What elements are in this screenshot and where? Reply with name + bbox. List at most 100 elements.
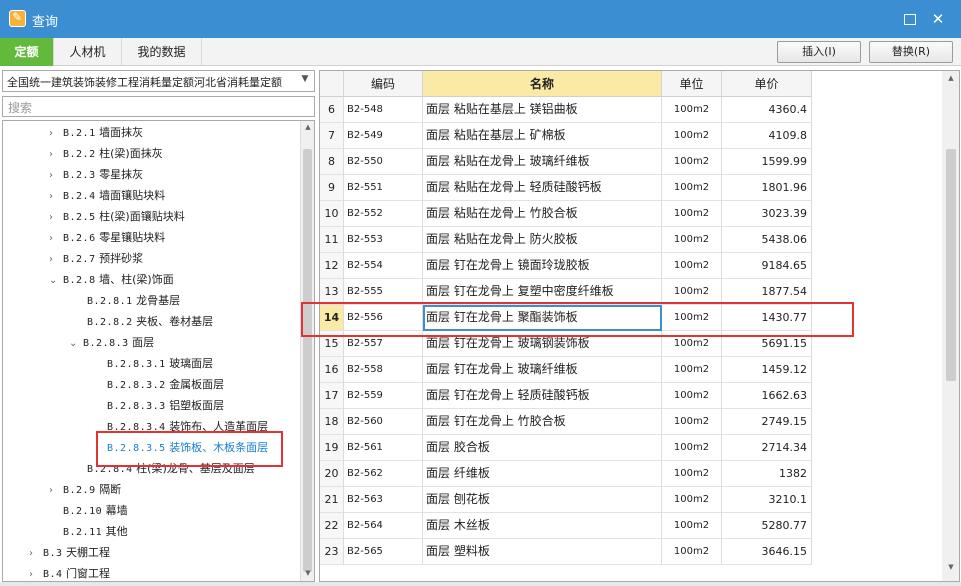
search-input[interactable]: 搜索 bbox=[2, 96, 315, 117]
cell-code[interactable]: B2-554 bbox=[344, 253, 423, 279]
cell-price[interactable]: 3646.15 bbox=[722, 539, 812, 565]
chevron-right-icon[interactable]: › bbox=[49, 229, 63, 249]
cell-name[interactable]: 面层 钉在龙骨上 复塑中密度纤维板 bbox=[423, 279, 662, 305]
quota-library-select[interactable]: 全国统一建筑装饰装修工程消耗量定额河北省消耗量定额 ▼ bbox=[2, 70, 315, 92]
row-number[interactable]: 19 bbox=[320, 435, 344, 461]
cell-unit[interactable]: 100m2 bbox=[662, 435, 722, 461]
replace-button[interactable]: 替换(R) bbox=[869, 41, 953, 63]
cell-name[interactable]: 面层 钉在龙骨上 镜面玲珑胶板 bbox=[423, 253, 662, 279]
row-number[interactable]: 20 bbox=[320, 461, 344, 487]
tree-item[interactable]: › B.3 天棚工程 bbox=[29, 543, 110, 563]
cell-unit[interactable]: 100m2 bbox=[662, 175, 722, 201]
row-number[interactable]: 10 bbox=[320, 201, 344, 227]
chevron-right-icon[interactable]: › bbox=[49, 481, 63, 501]
tab-my-data[interactable]: 我的数据 bbox=[122, 38, 202, 66]
chevron-down-icon[interactable]: ▼ bbox=[298, 74, 312, 84]
cell-code[interactable]: B2-563 bbox=[344, 487, 423, 513]
cell-price[interactable]: 1662.63 bbox=[722, 383, 812, 409]
cell-code[interactable]: B2-559 bbox=[344, 383, 423, 409]
row-number[interactable]: 15 bbox=[320, 331, 344, 357]
row-number[interactable]: 23 bbox=[320, 539, 344, 565]
cell-name[interactable]: 面层 胶合板 bbox=[423, 435, 662, 461]
maximize-icon[interactable] bbox=[898, 8, 920, 30]
header-price[interactable]: 单价 bbox=[722, 71, 812, 97]
cell-price[interactable]: 5691.15 bbox=[722, 331, 812, 357]
tree-scrollbar[interactable]: ▲ ▼ bbox=[300, 121, 314, 581]
cell-code[interactable]: B2-553 bbox=[344, 227, 423, 253]
cell-code[interactable]: B2-551 bbox=[344, 175, 423, 201]
cell-code[interactable]: B2-549 bbox=[344, 123, 423, 149]
tree-item-selected[interactable]: B.2.8.3.5 装饰板、木板条面层 bbox=[93, 438, 268, 458]
tree-item[interactable]: › B.2.3 零星抹灰 bbox=[49, 165, 143, 185]
cell-code[interactable]: B2-564 bbox=[344, 513, 423, 539]
tree-item[interactable]: ⌄ B.2.8.3 面层 bbox=[69, 333, 154, 353]
scroll-up-icon[interactable]: ▲ bbox=[946, 74, 956, 82]
cell-code[interactable]: B2-552 bbox=[344, 201, 423, 227]
cell-code[interactable]: B2-560 bbox=[344, 409, 423, 435]
cell-price[interactable]: 1382 bbox=[722, 461, 812, 487]
cell-code[interactable]: B2-561 bbox=[344, 435, 423, 461]
row-number[interactable]: 18 bbox=[320, 409, 344, 435]
cell-name[interactable]: 面层 粘贴在基层上 镁铝曲板 bbox=[423, 97, 662, 123]
cell-name[interactable]: 面层 木丝板 bbox=[423, 513, 662, 539]
cell-name[interactable]: 面层 钉在龙骨上 玻璃纤维板 bbox=[423, 357, 662, 383]
row-number[interactable]: 12 bbox=[320, 253, 344, 279]
table-scrollbar[interactable]: ▲ ▼ bbox=[942, 71, 959, 581]
row-number[interactable]: 17 bbox=[320, 383, 344, 409]
cell-unit[interactable]: 100m2 bbox=[662, 253, 722, 279]
cell-code[interactable]: B2-557 bbox=[344, 331, 423, 357]
header-name[interactable]: 名称 bbox=[423, 71, 662, 97]
header-unit[interactable]: 单位 bbox=[662, 71, 722, 97]
tree-item[interactable]: B.2.8.2 夹板、卷材基层 bbox=[73, 312, 213, 332]
cell-name[interactable]: 面层 塑料板 bbox=[423, 539, 662, 565]
cell-unit[interactable]: 100m2 bbox=[662, 331, 722, 357]
cell-price[interactable]: 2714.34 bbox=[722, 435, 812, 461]
cell-unit[interactable]: 100m2 bbox=[662, 227, 722, 253]
chevron-right-icon[interactable]: › bbox=[49, 187, 63, 207]
tree-item[interactable]: B.2.8.3.1 玻璃面层 bbox=[93, 354, 213, 374]
cell-name[interactable]: 面层 粘贴在龙骨上 竹胶合板 bbox=[423, 201, 662, 227]
cell-price[interactable]: 1877.54 bbox=[722, 279, 812, 305]
tree-item[interactable]: › B.2.2 柱(梁)面抹灰 bbox=[49, 144, 163, 164]
cell-unit[interactable]: 100m2 bbox=[662, 357, 722, 383]
cell-unit[interactable]: 100m2 bbox=[662, 123, 722, 149]
tab-quota[interactable]: 定额 bbox=[0, 38, 54, 66]
cell-price[interactable]: 5280.77 bbox=[722, 513, 812, 539]
tree-item[interactable]: B.2.8.1 龙骨基层 bbox=[73, 291, 180, 311]
cell-unit[interactable]: 100m2 bbox=[662, 97, 722, 123]
row-number[interactable]: 9 bbox=[320, 175, 344, 201]
cell-price[interactable]: 4360.4 bbox=[722, 97, 812, 123]
tree-item[interactable]: B.2.10 幕墙 bbox=[49, 501, 128, 521]
cell-name[interactable]: 面层 钉在龙骨上 玻璃钢装饰板 bbox=[423, 331, 662, 357]
chevron-right-icon[interactable]: › bbox=[49, 124, 63, 144]
cell-code[interactable]: B2-548 bbox=[344, 97, 423, 123]
cell-name[interactable]: 面层 粘贴在龙骨上 玻璃纤维板 bbox=[423, 149, 662, 175]
cell-price[interactable]: 1599.99 bbox=[722, 149, 812, 175]
table-scroll-thumb[interactable] bbox=[946, 149, 956, 381]
row-number[interactable]: 8 bbox=[320, 149, 344, 175]
cell-code[interactable]: B2-558 bbox=[344, 357, 423, 383]
chevron-right-icon[interactable]: › bbox=[49, 145, 63, 165]
cell-code[interactable]: B2-555 bbox=[344, 279, 423, 305]
cell-code[interactable]: B2-550 bbox=[344, 149, 423, 175]
cell-unit[interactable]: 100m2 bbox=[662, 461, 722, 487]
cell-name[interactable]: 面层 粘贴在基层上 矿棉板 bbox=[423, 123, 662, 149]
cell-name[interactable]: 面层 钉在龙骨上 聚酯装饰板 bbox=[423, 305, 662, 331]
cell-code[interactable]: B2-556 bbox=[344, 305, 423, 331]
cell-unit[interactable]: 100m2 bbox=[662, 305, 722, 331]
row-number[interactable]: 6 bbox=[320, 97, 344, 123]
tree-scroll-thumb[interactable] bbox=[303, 149, 312, 572]
cell-price[interactable]: 5438.06 bbox=[722, 227, 812, 253]
row-number[interactable]: 13 bbox=[320, 279, 344, 305]
chevron-right-icon[interactable]: › bbox=[29, 544, 43, 564]
cell-code[interactable]: B2-562 bbox=[344, 461, 423, 487]
cell-price[interactable]: 9184.65 bbox=[722, 253, 812, 279]
cell-name[interactable]: 面层 钉在龙骨上 竹胶合板 bbox=[423, 409, 662, 435]
tree-item[interactable]: B.2.8.3.4 装饰布、人造革面层 bbox=[93, 417, 268, 437]
cell-code[interactable]: B2-565 bbox=[344, 539, 423, 565]
header-code[interactable]: 编码 bbox=[344, 71, 423, 97]
tree-item[interactable]: ⌄ B.2.8 墙、柱(梁)饰面 bbox=[49, 270, 174, 290]
cell-unit[interactable]: 100m2 bbox=[662, 201, 722, 227]
tree-item[interactable]: › B.2.7 预拌砂浆 bbox=[49, 249, 143, 269]
cell-name[interactable]: 面层 钉在龙骨上 轻质硅酸钙板 bbox=[423, 383, 662, 409]
